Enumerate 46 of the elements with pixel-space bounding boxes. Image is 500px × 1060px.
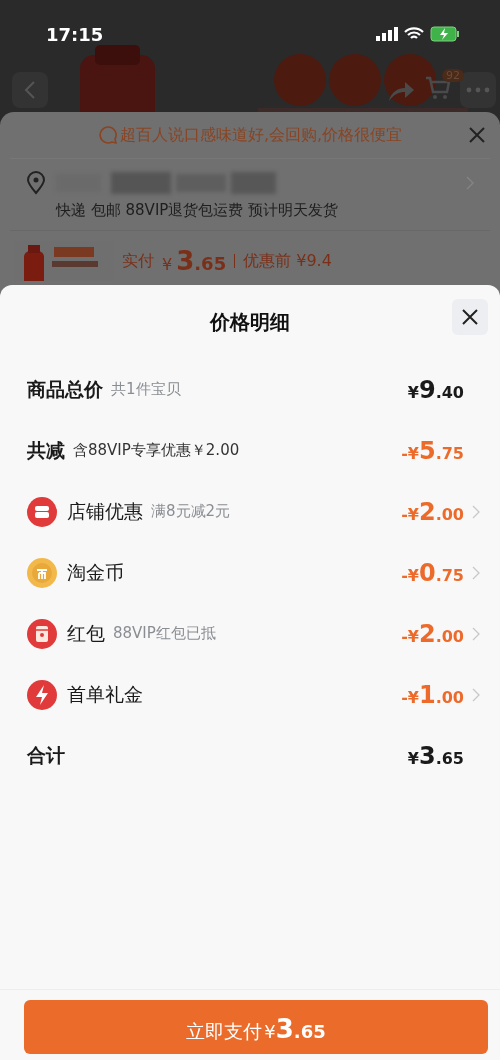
more-icon [466,87,490,93]
status-time: 17:15 [46,23,104,45]
chevron-right-icon[interactable] [472,687,480,702]
row-note: 满8元减2元 [151,502,231,521]
pay-label: 实付 [122,250,154,272]
chevron-right-icon[interactable] [472,626,480,641]
row-note: 共1件宝贝 [111,380,181,399]
pay-now-button[interactable]: 立即支付¥3.65 [24,1000,488,1054]
chevron-left-icon [23,80,37,100]
sheet-title: 价格明细 [210,308,290,336]
row-amount: -¥1.00 [401,680,464,709]
row-amount: -¥2.00 [401,619,464,648]
location-pin-icon [26,171,46,195]
row-label: 店铺优惠 [67,498,143,524]
row-label: 红包 [67,620,105,646]
close-button[interactable] [452,299,488,335]
row-label: 首单礼金 [67,681,143,707]
original-price: 优惠前 ¥9.4 [243,250,332,272]
delivery-info: 快递 包邮 88VIP退货包运费 预计明天发货 [54,201,340,220]
row-amount: ¥9.40 [407,375,464,404]
chat-icon [97,125,118,145]
row-label: 共减 [27,437,65,463]
signal-icon [376,27,398,41]
battery-charging-icon [430,26,460,42]
more-button[interactable] [460,72,496,108]
row-note: 88VIP红包已抵 [113,624,216,643]
row-amount: -¥2.00 [401,497,464,526]
row-note: 含88VIP专享优惠￥2.00 [73,441,240,460]
row-amount: ¥3.65 [407,741,464,770]
wifi-icon [404,27,424,41]
close-icon[interactable] [468,126,486,144]
row-amount: -¥0.75 [401,558,464,587]
row-label: 商品总价 [27,376,103,402]
coin-icon [27,557,57,588]
close-icon [461,308,479,326]
row-label: 合计 [27,742,65,768]
row-amount: -¥5.75 [401,436,464,465]
chevron-right-icon[interactable] [472,504,480,519]
pay-price: ¥3.65 [162,246,227,276]
review-text: 超百人说口感味道好,会回购,价格很便宜 [119,124,403,146]
envelope-icon [27,618,57,649]
lightning-icon [27,679,57,710]
back-button[interactable] [12,72,48,108]
row-label: 淘金币 [67,559,124,585]
shop-icon [27,496,57,527]
chevron-right-icon[interactable] [472,565,480,580]
